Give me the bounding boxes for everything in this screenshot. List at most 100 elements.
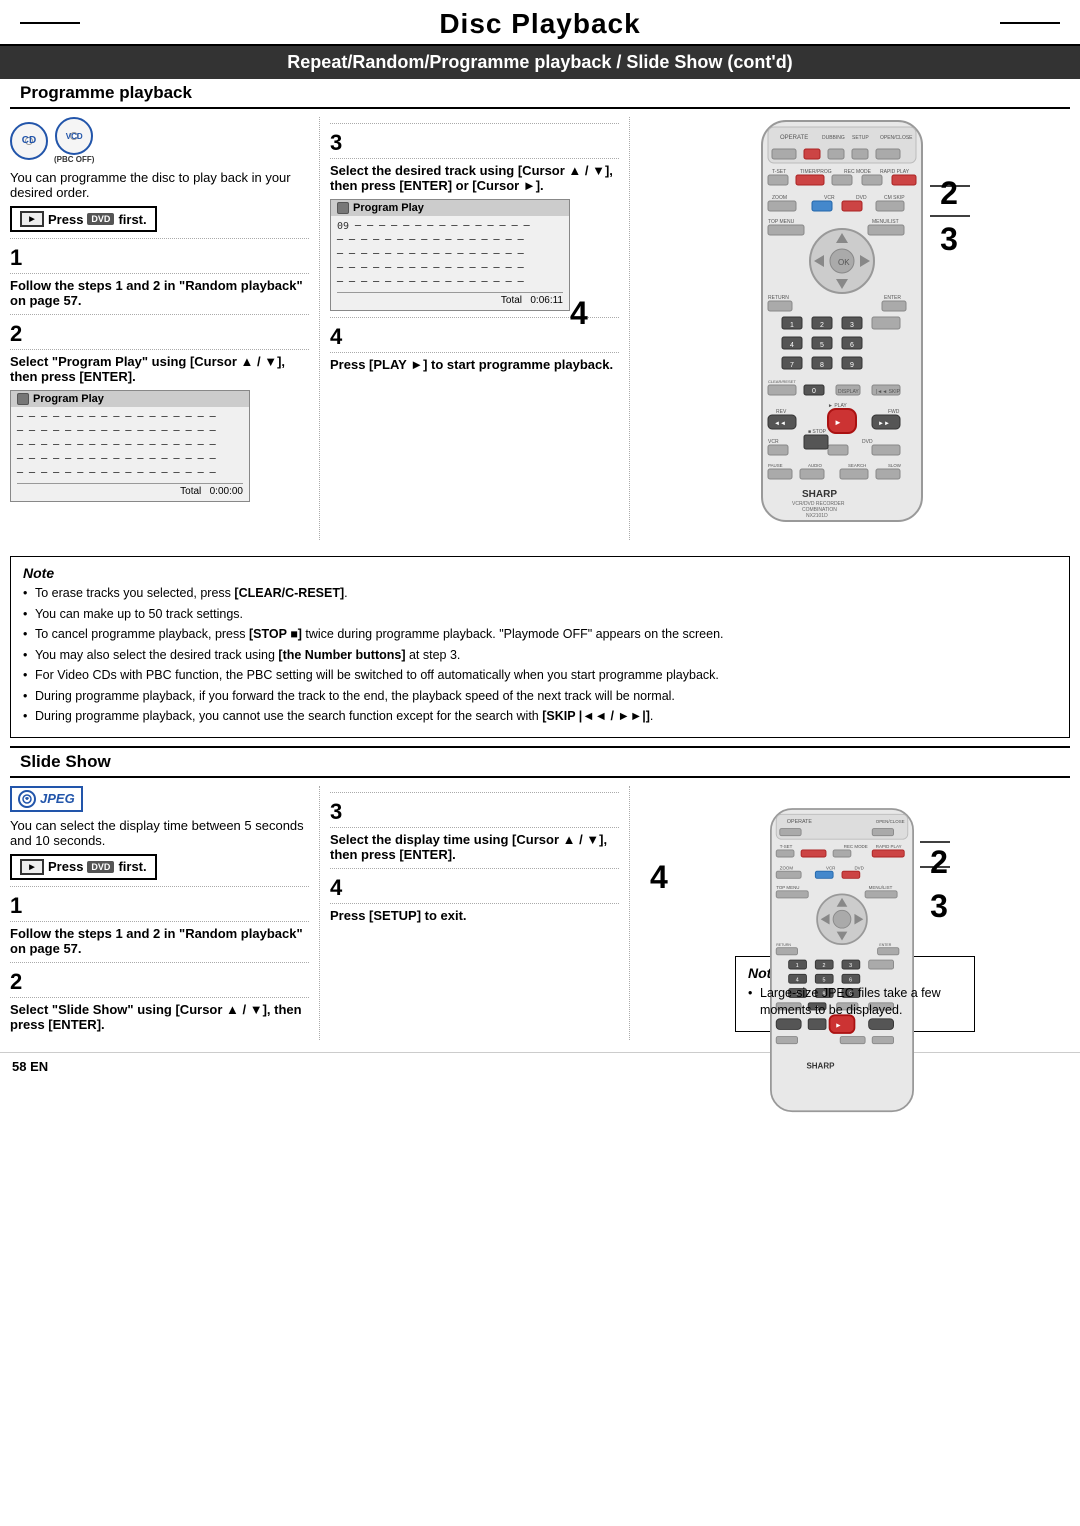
slide-step1-text: Follow the steps 1 and 2 in "Random play… [10, 926, 309, 956]
slide-step1-num: 1 [10, 893, 309, 922]
svg-text:►►: ►► [878, 421, 890, 427]
svg-text:TOP MENU: TOP MENU [768, 219, 795, 225]
svg-text:OPEN/CLOSE: OPEN/CLOSE [880, 135, 913, 141]
jpeg-svg-icon [22, 794, 32, 804]
svg-text:MENU/LIST: MENU/LIST [869, 885, 893, 890]
note-item-2: You can make up to 50 track settings. [23, 606, 1057, 624]
svg-text:■ STOP: ■ STOP [808, 429, 827, 435]
slide-number-3: 3 [930, 890, 948, 922]
svg-text:TOP MENU: TOP MENU [776, 885, 799, 890]
svg-text:1: 1 [796, 963, 799, 969]
slide-line-to-2 [920, 841, 950, 843]
dialog1-track-row-1: ─ ─ ─ ─ ─ ─ ─ ─ ─ ─ ─ ─ ─ ─ ─ ─ ─ [17, 411, 243, 425]
remote-control-prog: OPERATE DUBBING SETUP OPEN/CLOSE T-SET T… [752, 117, 932, 540]
slide-number-4: 4 [650, 859, 668, 896]
step1-text: Follow the steps 1 and 2 in "Random play… [10, 278, 309, 308]
prog-number-2: 2 [940, 177, 958, 209]
main-content: Programme playback CD VCD (PBC OFF) [0, 79, 1080, 1048]
svg-text:6: 6 [850, 342, 854, 349]
note-list-slide: Large-size JPEG files take a few moments… [748, 985, 962, 1020]
pbc-off-label: (PBC OFF) [54, 155, 94, 164]
svg-text:OPERATE: OPERATE [787, 819, 813, 825]
svg-text:CM SKIP: CM SKIP [884, 195, 905, 201]
programme-section: CD VCD (PBC OFF) You can programme the d… [10, 109, 1070, 548]
svg-text:SHARP: SHARP [802, 489, 837, 500]
svg-text:RAPID PLAY: RAPID PLAY [880, 169, 910, 175]
svg-text:2: 2 [820, 322, 824, 329]
note-item-7: During programme playback, you cannot us… [23, 708, 1057, 726]
section-header: Repeat/Random/Programme playback / Slide… [0, 46, 1080, 79]
dialog-icon-2 [337, 202, 349, 214]
slide-step4-text: Press [SETUP] to exit. [330, 908, 619, 923]
note-title-prog: Note [23, 565, 1057, 581]
svg-text:OPERATE: OPERATE [780, 135, 808, 141]
svg-text:0: 0 [812, 388, 816, 395]
svg-text:REC MODE: REC MODE [844, 844, 868, 849]
svg-text:RETURN: RETURN [776, 942, 791, 946]
prog-right-inner: OPERATE DUBBING SETUP OPEN/CLOSE T-SET T… [752, 117, 958, 540]
program-dialog-2: Program Play 09 ─ ─ ─ ─ ─ ─ ─ ─ ─ ─ ─ ─ … [330, 199, 570, 311]
svg-text:AUDIO: AUDIO [808, 463, 822, 468]
svg-text:REV: REV [776, 409, 787, 415]
svg-text:7: 7 [790, 362, 794, 369]
slide-left: JPEG You can select the display time bet… [10, 786, 320, 1040]
svg-text:DVD: DVD [855, 865, 864, 870]
svg-text:►: ► [834, 418, 842, 427]
svg-text:3: 3 [849, 963, 852, 969]
prog-intro-text: You can programme the disc to play back … [10, 170, 309, 200]
prog-number-3: 3 [940, 223, 958, 255]
prog-number-4: 4 [570, 297, 588, 329]
note-item-6: During programme playback, if you forwar… [23, 688, 1057, 706]
prog-left: CD VCD (PBC OFF) You can programme the d… [10, 117, 320, 540]
step3-text: Select the desired track using [Cursor ▲… [330, 163, 619, 193]
cd-disc: CD [10, 122, 48, 160]
dvd-btn-slide: DVD [87, 861, 114, 873]
page-title: Disc Playback [0, 8, 1080, 40]
slide-subsection-header: Slide Show [10, 748, 1070, 778]
slide-middle: 3 Select the display time using [Cursor … [320, 786, 630, 1040]
slide-inner: JPEG You can select the display time bet… [10, 778, 1070, 1048]
vcd-disc: VCD [55, 117, 93, 155]
svg-text:ENTER: ENTER [879, 942, 891, 946]
slide-step2-num: 2 [10, 969, 309, 998]
dialog1-title: Program Play [11, 391, 249, 407]
prog-right: OPERATE DUBBING SETUP OPEN/CLOSE T-SET T… [630, 117, 1070, 540]
svg-text:ENTER: ENTER [884, 295, 901, 301]
svg-text:SHARP: SHARP [807, 1061, 836, 1070]
step1-num: 1 [10, 245, 309, 274]
disc-icons: CD VCD (PBC OFF) [10, 117, 309, 164]
step2-num: 2 [10, 321, 309, 350]
svg-text:SLOW: SLOW [888, 463, 902, 468]
dialog1-body: ─ ─ ─ ─ ─ ─ ─ ─ ─ ─ ─ ─ ─ ─ ─ ─ ─ ─ ─ ─ … [11, 407, 249, 501]
svg-text:REC MODE: REC MODE [844, 169, 872, 175]
vcd-icon: VCD (PBC OFF) [54, 117, 94, 164]
note-box-programme: Note To erase tracks you selected, press… [10, 556, 1070, 738]
slide-note-item-1: Large-size JPEG files take a few moments… [748, 985, 962, 1020]
svg-text:SEARCH: SEARCH [848, 463, 866, 468]
note-item-4: You may also select the desired track us… [23, 647, 1057, 665]
svg-text:FWD: FWD [888, 409, 900, 415]
slide-right-numbers: 2 3 [930, 846, 948, 922]
svg-text:RETURN: RETURN [768, 295, 789, 301]
press-first-button: ▶ Press DVD first. [10, 206, 157, 232]
svg-text:T-SET: T-SET [780, 844, 793, 849]
svg-text:►: ► [835, 1021, 842, 1029]
svg-text:1: 1 [790, 322, 794, 329]
svg-text:PAUSE: PAUSE [768, 463, 783, 468]
vhs-icon-slide: ▶ [20, 859, 44, 875]
note-list-prog: To erase tracks you selected, press [CLE… [23, 585, 1057, 726]
svg-text:2: 2 [823, 963, 826, 969]
dialog2-title: Program Play [331, 200, 569, 216]
dialog-icon [17, 393, 29, 405]
slide-show-section: Slide Show JPEG You can select the displ… [10, 746, 1070, 1048]
note-item-5: For Video CDs with PBC function, the PBC… [23, 667, 1057, 685]
svg-text:RAPID PLAY: RAPID PLAY [876, 844, 902, 849]
svg-text:VCR: VCR [768, 439, 779, 445]
jpeg-circle [18, 790, 36, 808]
program-dialog-1: Program Play ─ ─ ─ ─ ─ ─ ─ ─ ─ ─ ─ ─ ─ ─… [10, 390, 250, 502]
slide-intro-text: You can select the display time between … [10, 818, 309, 848]
svg-text:ZOOM: ZOOM [780, 865, 794, 870]
svg-text:6: 6 [849, 977, 852, 983]
svg-text:TIMER/PROG: TIMER/PROG [800, 169, 832, 175]
remote-svg-prog: OPERATE DUBBING SETUP OPEN/CLOSE T-SET T… [752, 117, 932, 537]
